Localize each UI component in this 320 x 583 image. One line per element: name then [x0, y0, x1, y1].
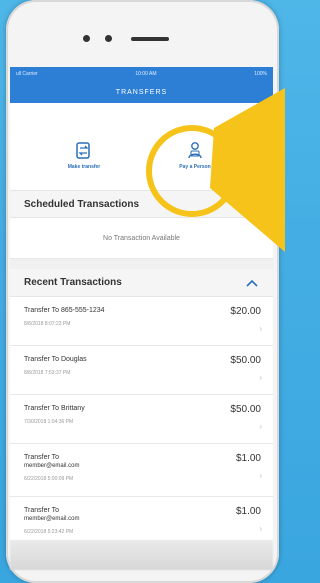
transaction-date: 7/30/2018 1:04:36 PM [24, 419, 74, 425]
page-title: TRANSFERS [115, 88, 168, 96]
transaction-row[interactable]: Transfer To member@email.com 6/22/2018 5… [10, 444, 273, 497]
status-battery: 100% [254, 71, 267, 77]
scheduled-empty-state: No Transaction Available [10, 218, 273, 259]
camera-dot [83, 35, 90, 42]
section-divider [10, 259, 273, 269]
pay-a-person-label: Pay a Person [179, 164, 211, 170]
transaction-title: Transfer To [24, 454, 60, 461]
transaction-amount: $1.00 [235, 506, 261, 517]
app-screen: ull Carrier 10:00 AM 100% TRANSFERS Make… [10, 67, 273, 567]
pay-a-person-button[interactable]: Pay a Person [165, 141, 225, 170]
transaction-title: Transfer To Brittany [24, 405, 85, 412]
transaction-amount: $20.00 [230, 306, 261, 317]
transaction-date: 6/22/2018 5:00:09 PM [24, 476, 74, 482]
transaction-amount: $1.00 [235, 453, 261, 464]
make-transfer-label: Make transfer [67, 164, 101, 170]
scheduled-empty-text: No Transaction Available [103, 234, 180, 242]
sensor-dot [105, 35, 112, 42]
blurred-tab-bar [10, 540, 273, 570]
transfer-actions: Make transfer Pay a Person [10, 103, 273, 191]
status-bar: ull Carrier 10:00 AM 100% [10, 67, 273, 81]
pay-person-icon [188, 142, 202, 159]
make-transfer-button[interactable]: Make transfer [54, 141, 114, 170]
transaction-title: Transfer To Douglas [24, 356, 87, 363]
transaction-date: 8/8/2018 8:07:23 PM [24, 321, 71, 327]
transfer-icon [76, 142, 90, 159]
transaction-date: 8/8/2018 7:53:37 PM [24, 370, 71, 376]
scheduled-transactions-header: Scheduled Transactions [10, 191, 273, 218]
status-carrier: ull Carrier [16, 71, 38, 77]
recent-transactions-header[interactable]: Recent Transactions [10, 269, 273, 297]
speaker-grille [131, 37, 169, 41]
chevron-right-icon: › [259, 324, 262, 333]
chevron-right-icon: › [259, 422, 262, 431]
chevron-right-icon: › [259, 524, 262, 533]
chevron-right-icon: › [259, 471, 262, 480]
transaction-recipient: member@email.com [24, 463, 80, 469]
transaction-row[interactable]: Transfer To Brittany 7/30/2018 1:04:36 P… [10, 395, 273, 444]
transaction-row[interactable]: Transfer To 865-555-1234 8/8/2018 8:07:2… [10, 297, 273, 346]
transaction-date: 6/22/2018 5:23:42 PM [24, 529, 74, 535]
transaction-row[interactable]: Transfer To Douglas 8/8/2018 7:53:37 PM … [10, 346, 273, 395]
transaction-recipient: member@email.com [24, 516, 80, 522]
transaction-title: Transfer To [24, 507, 60, 514]
recent-title: Recent Transactions [24, 277, 122, 288]
transaction-amount: $50.00 [230, 404, 261, 415]
app-header: TRANSFERS [10, 81, 273, 103]
chevron-right-icon: › [259, 373, 262, 382]
scheduled-title: Scheduled Transactions [24, 198, 140, 210]
transaction-amount: $50.00 [230, 355, 261, 366]
status-time: 10:00 AM [135, 71, 157, 77]
transaction-title: Transfer To 865-555-1234 [24, 307, 105, 314]
chevron-up-icon[interactable] [245, 278, 259, 288]
